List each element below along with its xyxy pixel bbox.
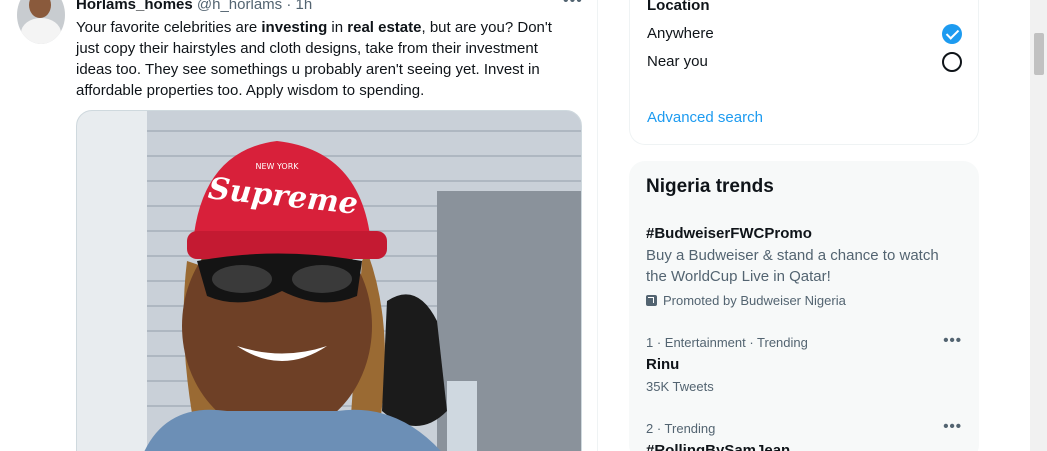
trend-item[interactable]: 1 · Entertainment · Trending Rinu 35K Tw… bbox=[646, 332, 962, 394]
header-separator: · bbox=[286, 0, 292, 13]
avatar-shirt bbox=[21, 18, 61, 44]
trend-more-icon[interactable]: ••• bbox=[943, 418, 962, 435]
trend-meta: 1 · Entertainment · Trending bbox=[646, 335, 808, 350]
media-illustration: Supreme NEW YORK bbox=[77, 111, 581, 451]
trends-title: Nigeria trends bbox=[646, 176, 774, 197]
tweet-text-part: Your favorite celebrities are bbox=[76, 19, 262, 36]
trend-item[interactable]: 2 · Trending #RollingBySamJean ••• bbox=[646, 418, 962, 451]
location-option-anywhere[interactable]: Anywhere bbox=[647, 25, 714, 42]
page-scrollbar[interactable] bbox=[1030, 0, 1047, 451]
author-handle[interactable]: @h_horlams bbox=[197, 0, 282, 13]
location-option-near-you[interactable]: Near you bbox=[647, 53, 708, 70]
anywhere-radio-checked-icon[interactable] bbox=[942, 24, 962, 44]
tweet-media-image[interactable]: Supreme NEW YORK bbox=[76, 110, 582, 451]
trend-more-icon[interactable]: ••• bbox=[943, 332, 962, 349]
tweet-more-icon[interactable]: ••• bbox=[563, 0, 583, 10]
promoted-by-label: Promoted by Budweiser Nigeria bbox=[663, 293, 846, 308]
search-filters-panel: Location Anywhere Near you Advanced sear… bbox=[629, 0, 979, 145]
promoted-trend-tag[interactable]: #BudweiserFWCPromo bbox=[646, 224, 962, 244]
promoted-icon bbox=[646, 295, 657, 306]
tweet-text-part: in bbox=[327, 19, 348, 36]
trend-meta: 2 · Trending bbox=[646, 421, 716, 436]
cap-small-text: NEW YORK bbox=[255, 162, 299, 171]
trend-tweet-count: 35K Tweets bbox=[646, 379, 714, 394]
tweet-text-part-bold[interactable]: real estate bbox=[347, 19, 421, 36]
scrollbar-thumb[interactable] bbox=[1034, 33, 1044, 75]
tweet-text-part-bold[interactable]: investing bbox=[261, 19, 327, 36]
near-you-radio-icon[interactable] bbox=[942, 52, 962, 72]
avatar-face bbox=[29, 0, 51, 18]
tweet-text: Your favorite celebrities are investing … bbox=[76, 17, 576, 101]
advanced-search-link[interactable]: Advanced search bbox=[647, 109, 763, 126]
promoted-by-row: Promoted by Budweiser Nigeria bbox=[646, 293, 962, 308]
author-avatar[interactable] bbox=[17, 0, 65, 44]
author-name[interactable]: Horlams_homes bbox=[76, 0, 193, 13]
trend-name[interactable]: #RollingBySamJean bbox=[646, 441, 962, 451]
tweet-feed: Horlams_homes @h_horlams · 1h ••• Your f… bbox=[0, 0, 598, 451]
promoted-trend[interactable]: #BudweiserFWCPromo Buy a Budweiser & sta… bbox=[646, 224, 962, 308]
tweet-time[interactable]: 1h bbox=[296, 0, 313, 13]
trends-panel: Nigeria trends #BudweiserFWCPromo Buy a … bbox=[629, 161, 979, 451]
location-title: Location bbox=[647, 0, 710, 14]
tweet-header: Horlams_homes @h_horlams · 1h bbox=[76, 0, 312, 15]
trend-name[interactable]: Rinu bbox=[646, 355, 962, 375]
promoted-trend-description: Buy a Budweiser & stand a chance to watc… bbox=[646, 247, 939, 285]
